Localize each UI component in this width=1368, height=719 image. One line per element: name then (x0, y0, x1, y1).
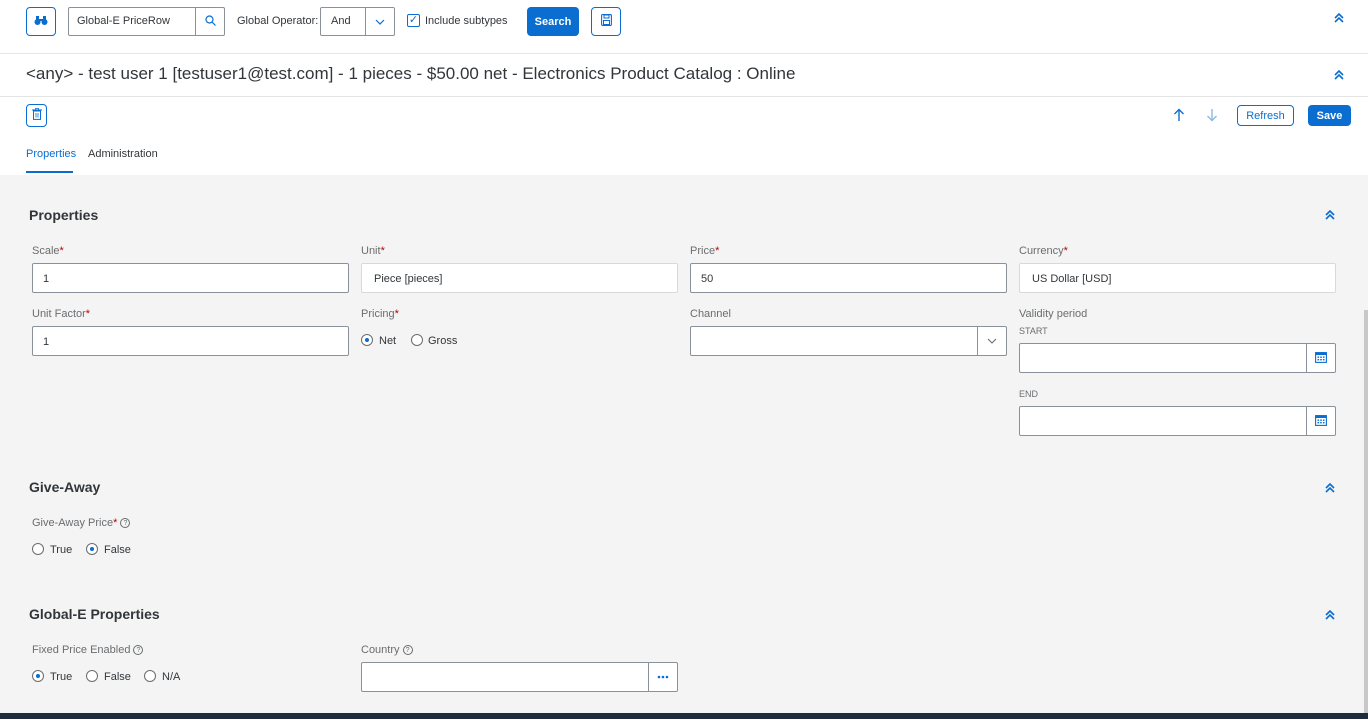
pricing-net-radio[interactable] (361, 334, 373, 346)
global-operator-value: And (331, 15, 351, 27)
ellipsis-icon[interactable] (648, 663, 677, 691)
validity-start-field[interactable] (1019, 343, 1336, 373)
country-field[interactable] (361, 662, 678, 692)
unit-factor-value: 1 (43, 336, 50, 348)
scale-value: 1 (43, 273, 50, 285)
calendar-icon (1315, 351, 1327, 366)
chevron-double-up-icon[interactable] (1333, 68, 1345, 84)
scale-label: Scale* (32, 245, 64, 257)
fixed-price-na-radio[interactable] (144, 670, 156, 682)
fixed-price-true-radio[interactable] (32, 670, 44, 682)
divider (0, 96, 1368, 97)
channel-select[interactable] (690, 326, 1007, 356)
price-field[interactable]: 50 (690, 263, 1007, 293)
unit-factor-label: Unit Factor* (32, 308, 91, 320)
end-label: END (1019, 389, 1039, 399)
start-label: START (1019, 326, 1048, 336)
unit-label: Unit* (361, 245, 385, 257)
help-icon[interactable]: ? (402, 645, 413, 656)
search-button[interactable]: Search (527, 7, 579, 36)
include-subtypes-checkbox[interactable]: ✓ (407, 14, 420, 27)
include-subtypes-label: Include subtypes (425, 15, 508, 27)
editor-content (0, 175, 1368, 719)
currency-field[interactable]: US Dollar [USD] (1019, 263, 1336, 293)
pricing-label: Pricing* (361, 308, 399, 320)
save-query-button[interactable] (591, 7, 621, 36)
search-icon (204, 13, 216, 31)
type-search-input[interactable]: Global-E PriceRow (68, 7, 225, 36)
unit-field[interactable]: Piece [pieces] (361, 263, 678, 293)
fixed-price-false-radio[interactable] (86, 670, 98, 682)
delete-button[interactable] (26, 104, 47, 127)
section-title-properties: Properties (29, 207, 99, 223)
tab-administration[interactable]: Administration (88, 148, 158, 160)
currency-value: US Dollar [USD] (1032, 273, 1112, 285)
validity-period-label: Validity period (1019, 308, 1088, 320)
taskbar-strip (0, 713, 1368, 719)
scale-field[interactable]: 1 (32, 263, 349, 293)
global-operator-select[interactable]: And (320, 7, 395, 36)
price-label: Price* (690, 245, 720, 257)
section-title-global-e: Global-E Properties (29, 606, 160, 622)
refresh-button[interactable]: Refresh (1237, 105, 1294, 126)
active-tab-indicator (26, 171, 73, 173)
binoculars-icon (34, 13, 48, 31)
fixed-price-true-label: True (50, 671, 73, 683)
fixed-price-enabled-label: Fixed Price Enabled? (32, 644, 144, 656)
give-away-false-radio[interactable] (86, 543, 98, 555)
country-label: Country? (361, 644, 413, 656)
help-icon[interactable]: ? (120, 518, 131, 529)
search-toolbar: Global-E PriceRow Global Operator: And ✓… (0, 0, 1368, 54)
type-search-value: Global-E PriceRow (77, 15, 170, 27)
calendar-button[interactable] (1306, 407, 1335, 435)
fixed-price-na-label: N/A (162, 671, 181, 683)
chevron-double-up-icon[interactable] (1324, 481, 1336, 497)
give-away-price-label: Give-Away Price*? (32, 517, 131, 529)
arrow-up-icon[interactable] (1173, 108, 1185, 127)
price-value: 50 (701, 273, 714, 285)
give-away-false-label: False (104, 544, 131, 556)
unit-value: Piece [pieces] (374, 273, 443, 285)
channel-label: Channel (690, 308, 731, 320)
global-operator-label: Global Operator: (237, 15, 319, 27)
page-title: <any> - test user 1 [testuser1@test.com]… (26, 64, 796, 83)
section-title-give-away: Give-Away (29, 479, 101, 495)
chevron-down-icon (977, 327, 1006, 355)
trash-icon (31, 107, 42, 125)
chevron-double-up-icon[interactable] (1333, 11, 1345, 27)
tab-properties[interactable]: Properties (26, 148, 76, 160)
calendar-button[interactable] (1306, 344, 1335, 372)
help-icon[interactable]: ? (133, 645, 144, 656)
pricing-gross-label: Gross (428, 335, 458, 347)
unit-factor-field[interactable]: 1 (32, 326, 349, 356)
scrollbar[interactable] (1364, 310, 1368, 713)
pricing-net-label: Net (379, 335, 397, 347)
chevron-down-icon (365, 8, 394, 35)
type-search-button[interactable] (195, 8, 224, 35)
give-away-true-label: True (50, 544, 73, 556)
tab-bar: Properties Administration (0, 140, 1368, 175)
save-icon (600, 13, 612, 31)
pricing-gross-radio[interactable] (411, 334, 423, 346)
arrow-down-icon[interactable] (1206, 108, 1218, 127)
save-button[interactable]: Save (1308, 105, 1351, 126)
fixed-price-false-label: False (104, 671, 131, 683)
chevron-double-up-icon[interactable] (1324, 208, 1336, 224)
calendar-icon (1315, 414, 1327, 429)
chevron-double-up-icon[interactable] (1324, 608, 1336, 624)
currency-label: Currency* (1019, 245, 1068, 257)
validity-end-field[interactable] (1019, 406, 1336, 436)
advanced-search-button[interactable] (26, 7, 56, 36)
give-away-true-radio[interactable] (32, 543, 44, 555)
